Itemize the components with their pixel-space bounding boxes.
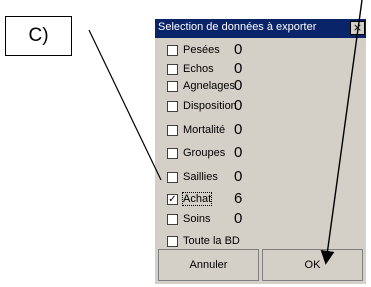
callout-pointer-line: [88, 29, 162, 181]
ok-arrow: [320, 0, 363, 265]
annotation-overlay: [88, 0, 363, 265]
